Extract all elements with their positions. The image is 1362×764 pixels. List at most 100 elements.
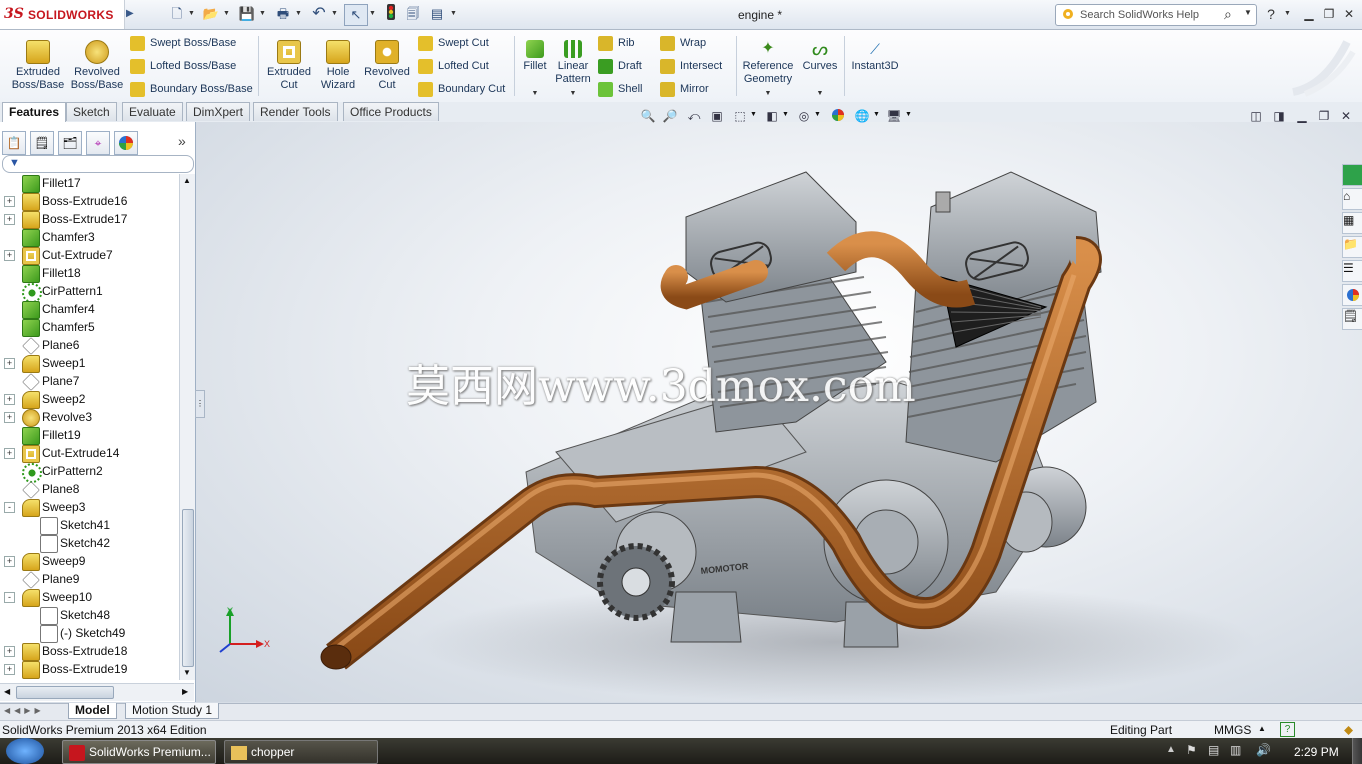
expand-icon[interactable]: +	[4, 664, 15, 675]
save-dropdown-icon[interactable]: ▼	[258, 4, 267, 24]
fillet-button[interactable]: Fillet ▼	[518, 34, 552, 97]
feature-tree-vertical-scrollbar[interactable]: ▲ ▼	[179, 174, 195, 680]
view-orientation-dropdown-icon[interactable]: ▼	[750, 111, 757, 118]
extruded-boss-button[interactable]: Extruded Boss/Base	[8, 34, 68, 96]
expand-icon[interactable]: +	[4, 358, 15, 369]
wrap-button[interactable]: Wrap	[660, 33, 706, 53]
help-dropdown-icon[interactable]: ▼	[1283, 4, 1292, 24]
close-icon[interactable]: ✕	[1340, 5, 1358, 23]
hide-show-dropdown-icon[interactable]: ▼	[814, 111, 821, 118]
show-desktop-button[interactable]	[1352, 738, 1362, 764]
viewport-split-icon[interactable]: ◫	[1248, 108, 1264, 124]
rebuild-traffic-light-icon[interactable]	[380, 4, 402, 24]
panel-expand-chevron-icon[interactable]: »	[178, 133, 186, 149]
hole-wizard-button[interactable]: Hole Wizard	[316, 34, 360, 96]
viewport-close-icon[interactable]: ✕	[1338, 108, 1354, 124]
shell-button[interactable]: Shell	[598, 79, 642, 99]
units-arrow-icon[interactable]: ▲	[1258, 724, 1266, 733]
view-settings-dropdown-icon[interactable]: ▼	[905, 111, 912, 118]
units-selector[interactable]: MMGS	[1214, 723, 1251, 737]
rib-button[interactable]: Rib	[598, 33, 635, 53]
collapse-icon[interactable]: -	[4, 502, 15, 513]
mirror-button[interactable]: Mirror	[660, 79, 709, 99]
scroll-right-icon[interactable]: ▶	[182, 687, 188, 696]
help-search-input[interactable]: Search SolidWorks Help	[1080, 9, 1199, 21]
search-icon[interactable]: ⌕	[1224, 6, 1232, 23]
options-icon[interactable]: ▤	[426, 4, 448, 24]
expand-icon[interactable]: +	[4, 556, 15, 567]
open-dropdown-icon[interactable]: ▼	[222, 4, 231, 24]
collapse-icon[interactable]: -	[4, 592, 15, 603]
lofted-boss-button[interactable]: Lofted Boss/Base	[130, 56, 236, 76]
tab-evaluate[interactable]: Evaluate	[122, 102, 183, 121]
view-settings-icon[interactable]: 🖥	[886, 108, 902, 124]
select-pointer-icon[interactable]: ↖	[344, 4, 368, 26]
zoom-to-fit-icon[interactable]: 🔍	[640, 108, 656, 124]
panel-collapse-handle[interactable]: ⋮	[195, 390, 205, 418]
print-dropdown-icon[interactable]: ▼	[294, 4, 303, 24]
scroll-left-icon[interactable]: ◀	[4, 687, 10, 696]
zoom-to-area-icon[interactable]: 🔎	[662, 108, 678, 124]
taskbar-solidworks-button[interactable]: SolidWorks Premium...	[62, 740, 216, 764]
reference-geometry-dropdown-icon[interactable]: ▼	[740, 87, 796, 100]
appearances-icon[interactable]	[1342, 284, 1362, 306]
boundary-cut-button[interactable]: Boundary Cut	[418, 79, 505, 99]
minimize-icon[interactable]: ▁	[1300, 5, 1318, 23]
property-manager-icon[interactable]: 🗒	[30, 131, 54, 155]
extruded-cut-button[interactable]: Extruded Cut	[262, 34, 316, 96]
feature-tree-horizontal-scrollbar[interactable]: ◀ ▶	[0, 683, 194, 701]
tray-expand-icon[interactable]: ▲	[1166, 744, 1176, 755]
file-explorer-icon[interactable]: 📁	[1342, 236, 1362, 258]
view-palette-icon[interactable]: ☰	[1342, 260, 1362, 282]
reference-geometry-button[interactable]: ✦ Reference Geometry ▼	[740, 34, 796, 97]
apply-scene-dropdown-icon[interactable]: ▼	[873, 111, 880, 118]
edit-appearance-icon[interactable]	[830, 108, 846, 124]
display-style-dropdown-icon[interactable]: ▼	[782, 111, 789, 118]
options-dropdown-icon[interactable]: ▼	[449, 4, 458, 24]
home-icon[interactable]: ⌂	[1342, 188, 1362, 210]
tray-network-icon[interactable]: ▥	[1230, 743, 1241, 757]
tab-features[interactable]: Features	[2, 102, 67, 123]
expand-icon[interactable]: +	[4, 394, 15, 405]
tab-office-products[interactable]: Office Products	[343, 102, 439, 121]
tab-dimxpert[interactable]: DimXpert	[186, 102, 251, 121]
revolved-boss-button[interactable]: Revolved Boss/Base	[68, 34, 126, 96]
dimxpert-manager-icon[interactable]: ⌖	[86, 131, 110, 155]
print-icon[interactable]: 🖶	[272, 4, 294, 24]
configuration-manager-icon[interactable]: 🗂	[58, 131, 82, 155]
file-properties-icon[interactable]: 🗐	[402, 4, 424, 24]
new-dropdown-icon[interactable]: ▼	[187, 4, 196, 24]
select-dropdown-icon[interactable]: ▼	[368, 4, 377, 24]
custom-properties-icon[interactable]: 🗒	[1342, 308, 1362, 330]
scroll-up-icon[interactable]: ▲	[183, 176, 191, 185]
swept-cut-button[interactable]: Swept Cut	[418, 33, 489, 53]
expand-icon[interactable]: +	[4, 250, 15, 261]
taskbar-chopper-button[interactable]: chopper	[224, 740, 378, 764]
vertical-scroll-thumb[interactable]	[182, 509, 194, 667]
taskbar-clock[interactable]: 2:29 PM	[1294, 745, 1339, 759]
boundary-boss-button[interactable]: Boundary Boss/Base	[130, 79, 253, 99]
previous-view-icon[interactable]: ⤺	[686, 108, 702, 124]
display-manager-icon[interactable]	[114, 131, 138, 155]
tab-scroll-arrows-icon[interactable]: ◀◀▶▶	[4, 706, 45, 715]
view-orientation-icon[interactable]: ⬚	[732, 108, 748, 124]
viewport-restore-icon[interactable]: ❐	[1316, 108, 1332, 124]
graphics-area[interactable]: MOMOTOR 莫西网www.3dmox.com Y X	[196, 122, 1362, 702]
revolved-cut-button[interactable]: Revolved Cut	[360, 34, 414, 96]
tray-volume-icon[interactable]: 🔊	[1256, 743, 1271, 757]
tray-action-center-icon[interactable]: ⚑	[1186, 743, 1197, 757]
curves-button[interactable]: ᔕ Curves ▼	[798, 34, 842, 97]
hide-show-items-icon[interactable]: ◎	[796, 108, 812, 124]
undo-dropdown-icon[interactable]: ▼	[330, 4, 339, 24]
expand-icon[interactable]: +	[4, 196, 15, 207]
solidworks-resources-icon[interactable]	[1342, 164, 1362, 186]
apply-scene-icon[interactable]: 🌐	[854, 108, 870, 124]
linear-pattern-dropdown-icon[interactable]: ▼	[552, 87, 594, 100]
tab-model[interactable]: Model	[68, 703, 117, 719]
expand-icon[interactable]: +	[4, 412, 15, 423]
save-icon[interactable]: 💾	[236, 4, 258, 24]
tag-icon[interactable]: ⬥	[1344, 722, 1353, 738]
tab-sketch[interactable]: Sketch	[66, 102, 117, 121]
section-view-icon[interactable]: ▣	[709, 108, 725, 124]
solidworks-logo[interactable]: 3S SOLIDWORKS	[0, 0, 125, 29]
